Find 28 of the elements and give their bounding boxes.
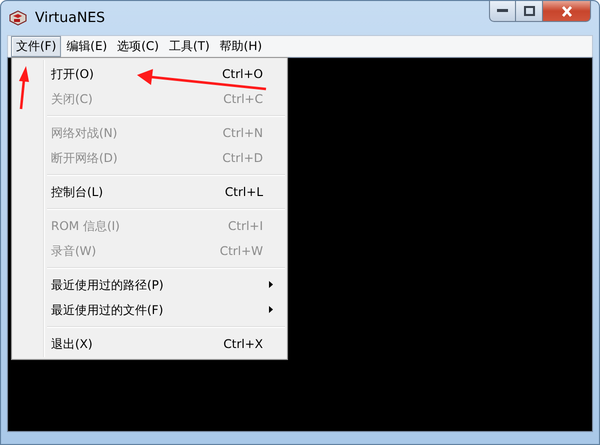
app-icon	[9, 10, 27, 26]
menu-bar-item[interactable]: 文件(F)	[11, 36, 62, 57]
shortcut-text: Ctrl+C	[223, 90, 263, 108]
menu-bar-item[interactable]: 工具(T)	[164, 36, 215, 57]
menu-item[interactable]: 控制台(L)	[51, 182, 104, 200]
minimize-button[interactable]	[489, 1, 516, 22]
menu-item[interactable]: 打开(O)	[51, 64, 94, 82]
shortcut-text: Ctrl+N	[222, 124, 263, 142]
close-icon	[560, 6, 572, 16]
shortcut-text: Ctrl+X	[223, 336, 263, 352]
menu-item[interactable]: 最近使用过的文件(F)	[51, 300, 164, 318]
maximize-button[interactable]	[516, 1, 543, 22]
menu-item[interactable]: 最近使用过的路径(P)	[51, 276, 164, 294]
submenu-arrow-icon	[269, 281, 273, 288]
menu-bar-item[interactable]: 编辑(E)	[61, 36, 112, 57]
menu-item[interactable]: 退出(X)	[51, 334, 93, 352]
shortcut-text: Ctrl+L	[224, 184, 263, 200]
minimize-icon	[497, 9, 508, 13]
shortcut-text: Ctrl+D	[222, 150, 263, 166]
close-button[interactable]	[543, 1, 591, 22]
shortcut-text: Ctrl+W	[220, 242, 263, 260]
submenu-arrow-icon	[269, 306, 273, 313]
shortcut-text: Ctrl+I	[228, 218, 263, 234]
maximize-icon	[524, 6, 534, 16]
window-title: VirtuaNES	[35, 8, 106, 28]
menu-bar-item[interactable]: 选项(C)	[112, 36, 164, 57]
menu-bar-item[interactable]: 帮助(H)	[214, 36, 268, 57]
shortcut-text: Ctrl+O	[222, 66, 263, 82]
